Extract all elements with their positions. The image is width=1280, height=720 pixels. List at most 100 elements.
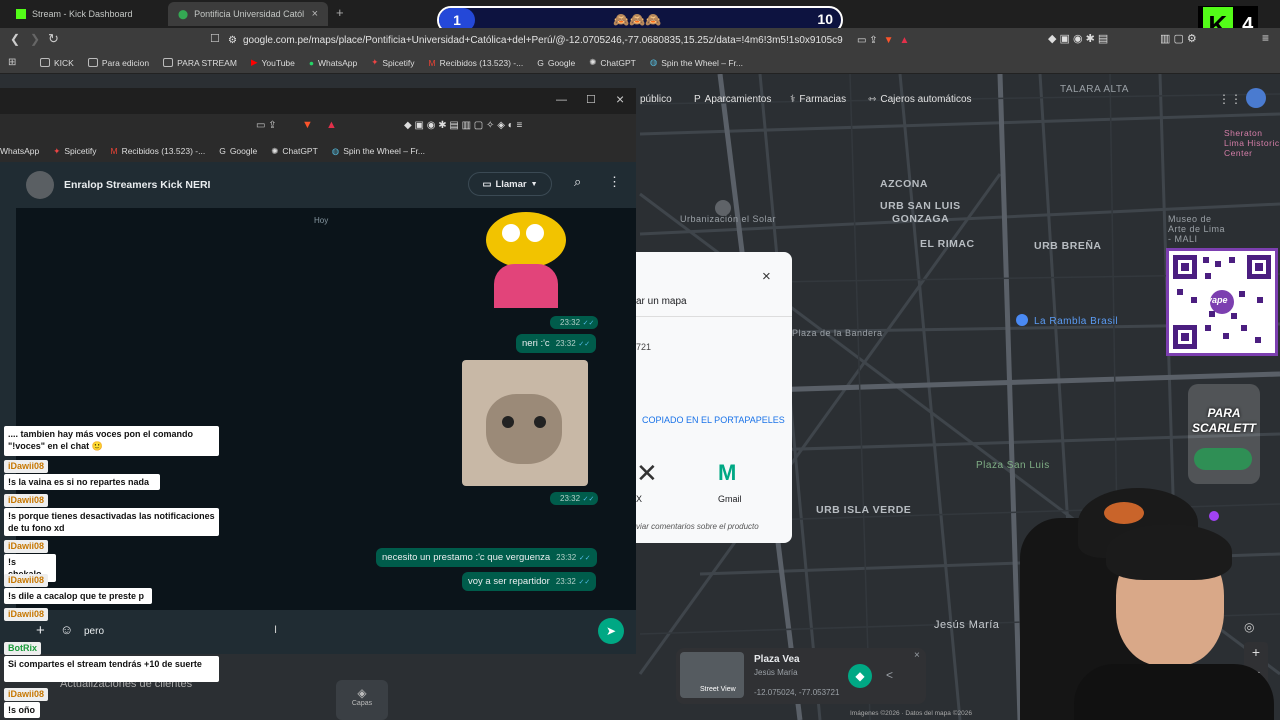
- bookmark-para-stream[interactable]: PARA STREAM: [163, 58, 237, 68]
- maximize-icon[interactable]: ☐: [586, 93, 596, 106]
- apps-grid-icon[interactable]: ⊞: [8, 57, 16, 68]
- place-coords: -12.075024, -77.053721: [754, 688, 840, 697]
- para-scarlett-jar: PARA SCARLETT: [1188, 384, 1260, 484]
- candy-fill: [1194, 448, 1252, 470]
- chip-atm[interactable]: ⇿ Cajeros automáticos: [868, 94, 972, 105]
- brave-shield-icon[interactable]: ▼: [302, 119, 313, 131]
- chat-message: Si compartes el stream tendrás +10 de su…: [4, 656, 219, 682]
- rewards-icon[interactable]: ▲: [899, 35, 909, 46]
- video-call-icon: ▭: [482, 178, 492, 190]
- google-icon: G: [537, 57, 544, 68]
- wheel-icon: ◍: [331, 145, 340, 156]
- bookmarks-bar: ⊞ KICK Para edicion PARA STREAM ▶ YouTube…: [0, 52, 1280, 74]
- layers-icon: ◈: [357, 686, 367, 700]
- chip-parking[interactable]: P Aparcamientos: [694, 94, 771, 105]
- chat-username: iDawii08: [4, 688, 49, 701]
- bookmark-youtube[interactable]: ▶ YouTube: [251, 57, 295, 68]
- message-bubble[interactable]: necesito un prestamo :'c que verguenza 23…: [376, 548, 597, 567]
- bookmark-spicetify[interactable]: ✦ Spicetify: [371, 57, 414, 68]
- share-icon[interactable]: <: [886, 668, 893, 682]
- site-info-icon[interactable]: ⚙: [228, 35, 237, 46]
- new-tab-icon[interactable]: +: [336, 5, 344, 20]
- feedback-link[interactable]: viar comentarios sobre el producto: [636, 522, 759, 531]
- chip-pharmacy[interactable]: ⚕ Farmacias: [790, 94, 846, 105]
- map-label: Jesús María: [934, 619, 1000, 631]
- message-bubble[interactable]: neri :'c 23:32 ✓✓: [516, 334, 597, 353]
- read-check-icon: ✓✓: [578, 579, 591, 586]
- sidebar-icon[interactable]: ▥ ▢ ⚙: [1160, 32, 1197, 45]
- para-scarlett-label: PARA SCARLETT: [1192, 406, 1256, 435]
- chat-username: iDawii08: [4, 574, 49, 587]
- install-icon[interactable]: ▭ ⇪: [857, 35, 878, 46]
- bookmark-star-icon[interactable]: ☐: [210, 32, 220, 45]
- place-area: Jesús María: [754, 668, 798, 677]
- minimize-icon[interactable]: —: [556, 94, 567, 106]
- address-bar[interactable]: ⚙ google.com.pe/maps/place/Pontificia+Un…: [228, 30, 948, 50]
- layers-button[interactable]: ◈ Capas: [336, 680, 388, 720]
- map-label: URB BREÑA: [1034, 240, 1102, 252]
- atm-icon: ⇿: [868, 94, 877, 105]
- street-view-thumb[interactable]: Street View: [680, 652, 744, 698]
- bookmark-whatsapp[interactable]: ● WhatsApp: [309, 58, 357, 68]
- bookmark-spin-wheel[interactable]: ◍ Spin the Wheel – Fr...: [332, 146, 425, 157]
- streamer-hair: [1106, 524, 1232, 580]
- gmail-icon: M: [428, 57, 436, 68]
- account-avatar[interactable]: [1246, 88, 1266, 108]
- bookmark-spicetify[interactable]: ✦ Spicetify: [53, 146, 96, 157]
- chip-transit[interactable]: público: [640, 94, 672, 105]
- close-tab-icon[interactable]: ×: [312, 8, 318, 20]
- map-label: URB ISLA VERDE: [816, 504, 912, 516]
- map-label: URB SAN LUIS: [880, 200, 961, 212]
- back-icon[interactable]: ❮: [10, 32, 20, 46]
- bookmark-chatgpt[interactable]: ✺ ChatGPT: [589, 57, 636, 68]
- send-button[interactable]: ➤: [598, 618, 624, 644]
- close-window-icon[interactable]: ×: [616, 91, 624, 107]
- install-icon[interactable]: ▭ ⇪: [256, 120, 277, 131]
- text-cursor-icon: I: [274, 624, 278, 636]
- bookmark-whatsapp[interactable]: WhatsApp: [0, 146, 39, 156]
- bookmark-chatgpt[interactable]: ✺ ChatGPT: [271, 146, 318, 157]
- place-card[interactable]: Street View Plaza Vea Jesús María -12.07…: [676, 648, 926, 704]
- brave-shield-icon[interactable]: ▼: [884, 35, 894, 46]
- more-options-icon[interactable]: ⋮: [608, 174, 621, 190]
- rewards-icon[interactable]: ▲: [326, 119, 337, 131]
- bookmark-kick[interactable]: KICK: [40, 58, 74, 68]
- bookmark-google[interactable]: G Google: [219, 146, 257, 156]
- extension-icons[interactable]: ◆ ▣ ◉ ✱ ▤ ▥ ▢ ✧ ◈ ◐ ≡: [404, 120, 522, 131]
- message-bubble[interactable]: voy a ser repartidor 23:32 ✓✓: [462, 572, 597, 591]
- group-avatar[interactable]: [26, 171, 54, 199]
- x-share-icon[interactable]: ✕: [636, 458, 658, 489]
- close-card-icon[interactable]: ×: [914, 650, 920, 661]
- tab-kick-dashboard[interactable]: Stream - Kick Dashboard: [6, 2, 166, 26]
- wheel-icon: ◍: [649, 57, 658, 67]
- tab-google-maps[interactable]: ⬤ Pontificia Universidad Católica d ×: [168, 2, 328, 26]
- gmail-share-icon[interactable]: M: [718, 460, 736, 486]
- gmail-icon: M: [110, 146, 118, 156]
- bookmark-spin-wheel[interactable]: ◍ Spin the Wheel – Fr...: [650, 57, 743, 68]
- share-coords: 721: [636, 342, 652, 352]
- chevron-down-icon: ▼: [530, 180, 538, 188]
- chat-title[interactable]: Enralop Streamers Kick NERI: [64, 179, 210, 191]
- bookmark-gmail[interactable]: M Recibidos (13.523) -...: [429, 58, 524, 68]
- close-dialog-icon[interactable]: ×: [762, 268, 771, 285]
- map-footer: Imágenes ©2026 · Datos del mapa ©2026: [850, 710, 972, 717]
- map-label: GONZAGA: [892, 213, 950, 225]
- tab-label: Pontificia Universidad Católica d: [194, 9, 304, 19]
- bookmark-google[interactable]: G Google: [537, 58, 575, 68]
- kitten-image[interactable]: [462, 360, 588, 486]
- chat-message: !s dile a cacalop que te preste p: [4, 588, 152, 604]
- sticker-image[interactable]: [468, 208, 588, 308]
- apps-grid-icon[interactable]: ⋮⋮: [1218, 92, 1242, 106]
- forward-icon[interactable]: ❯: [30, 32, 40, 46]
- bookmark-gmail[interactable]: M Recibidos (13.523) -...: [110, 146, 205, 156]
- map-label: Plaza San Luis: [976, 460, 1050, 471]
- extension-icons[interactable]: ◆ ▣ ◉ ✱ ▤: [1048, 32, 1108, 45]
- menu-icon[interactable]: ≡: [1262, 31, 1269, 45]
- call-button[interactable]: ▭ Llamar ▼: [468, 172, 552, 196]
- directions-button[interactable]: ◆: [848, 664, 872, 688]
- reload-icon[interactable]: ↻: [48, 31, 59, 47]
- search-icon[interactable]: ⌕: [574, 174, 581, 190]
- chat-message: !s oño: [4, 702, 40, 718]
- bookmark-para-edicion[interactable]: Para edicion: [87, 58, 149, 68]
- divider: [636, 316, 792, 317]
